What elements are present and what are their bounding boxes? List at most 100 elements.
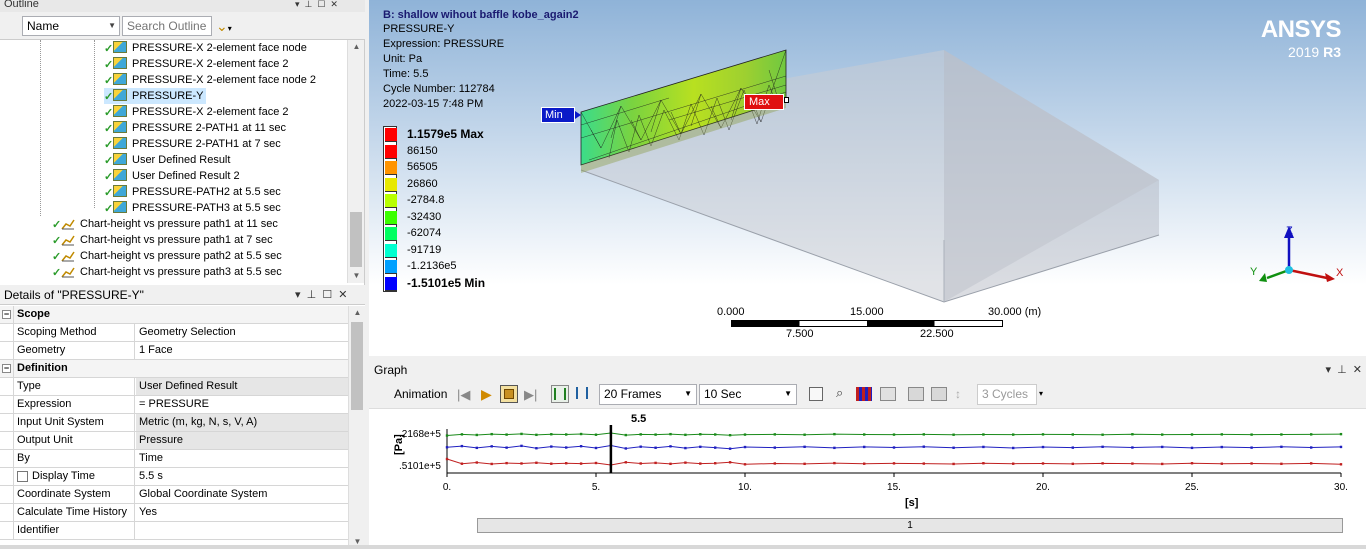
- details-row[interactable]: Input Unit System Metric (m, kg, N, s, V,…: [0, 414, 348, 432]
- details-row[interactable]: Output Unit Pressure: [0, 432, 348, 450]
- series-point: [535, 433, 538, 437]
- series-point: [728, 433, 732, 437]
- scroll-thumb[interactable]: [350, 212, 362, 267]
- outline-scrollbar[interactable]: ▲ ▼: [347, 40, 364, 283]
- x-arrow-icon: [1325, 273, 1335, 282]
- scroll-thumb[interactable]: [351, 322, 363, 410]
- model-view[interactable]: [569, 40, 1189, 310]
- export-data-icon[interactable]: [931, 387, 947, 401]
- details-value[interactable]: Time: [136, 450, 348, 467]
- details-value[interactable]: Pressure: [136, 432, 348, 449]
- tree-item[interactable]: ✓ PRESSURE-PATH3 at 5.5 sec: [104, 200, 283, 216]
- frames-select[interactable]: 20 Frames ▼: [599, 384, 697, 405]
- chart-options-icon[interactable]: [856, 387, 872, 401]
- tree-item[interactable]: ✓ Chart-height vs pressure path3 at 5.5 s…: [52, 264, 284, 280]
- series-point: [863, 433, 866, 436]
- show-legend-icon[interactable]: [880, 387, 896, 401]
- chevron-down-icon: ▼: [784, 389, 792, 398]
- details-row[interactable]: Coordinate System Global Coordinate Syste…: [0, 486, 348, 504]
- details-row[interactable]: Scoping Method Geometry Selection: [0, 324, 348, 342]
- scroll-up-icon[interactable]: ▲: [349, 306, 366, 320]
- time-range-bar[interactable]: 1: [477, 518, 1343, 533]
- tree-item[interactable]: ✓ User Defined Result: [104, 152, 232, 168]
- tree-item[interactable]: ✓ Chart-height vs pressure path2 at 5.5 s…: [52, 248, 284, 264]
- tree-item[interactable]: ✓ PRESSURE 2-PATH1 at 11 sec: [104, 120, 288, 136]
- details-value[interactable]: 5.5 s: [136, 468, 348, 485]
- max-probe-label[interactable]: Max: [744, 94, 784, 110]
- tree-item[interactable]: ✓ PRESSURE 2-PATH1 at 7 sec: [104, 136, 283, 152]
- solved-check-icon: ✓: [104, 107, 114, 120]
- outline-filter-select[interactable]: Name ▼: [22, 16, 120, 36]
- legend-swatch: [385, 227, 397, 241]
- details-row[interactable]: Type User Defined Result: [0, 378, 348, 396]
- duration-select[interactable]: 10 Sec ▼: [699, 384, 797, 405]
- coordinate-triad[interactable]: Z X Y: [1239, 220, 1349, 300]
- details-row[interactable]: By Time: [0, 450, 348, 468]
- zoom-icon[interactable]: ⌕: [836, 385, 843, 401]
- export-video-icon[interactable]: [809, 387, 823, 401]
- chevron-down-icon[interactable]: ▾: [1039, 389, 1043, 398]
- collapse-icon[interactable]: −: [2, 364, 11, 373]
- collapse-icon[interactable]: −: [2, 310, 11, 319]
- scroll-up-icon[interactable]: ▲: [348, 40, 365, 54]
- result-sets-icon[interactable]: [574, 385, 592, 403]
- details-value[interactable]: Metric (m, kg, N, s, V, A): [136, 414, 348, 431]
- tree-item[interactable]: ✓ Chart-height vs pressure path1 at 11 se…: [52, 216, 280, 232]
- result-name: PRESSURE-Y: [383, 23, 455, 35]
- tree-item[interactable]: ✓ PRESSURE-X 2-element face node: [104, 40, 309, 56]
- search-outline-input[interactable]: [122, 16, 212, 36]
- details-group[interactable]: − Definition: [0, 360, 348, 378]
- details-value[interactable]: User Defined Result: [136, 378, 348, 395]
- duration-select-value: 10 Sec: [704, 387, 742, 401]
- distributed-frames-button[interactable]: [551, 385, 569, 403]
- series-point: [684, 446, 687, 450]
- outline-window-controls[interactable]: ▾ ⊥ ☐ ✕: [295, 0, 365, 12]
- play-icon[interactable]: ▶: [481, 386, 492, 403]
- solved-check-icon: ✓: [104, 155, 114, 168]
- stop-button[interactable]: [500, 385, 518, 403]
- series-point: [728, 447, 732, 450]
- y-arrow-icon: [1259, 273, 1267, 282]
- display-time-checkbox[interactable]: [17, 470, 28, 482]
- details-value[interactable]: Global Coordinate System: [136, 486, 348, 503]
- data-table-icon[interactable]: [908, 387, 924, 401]
- details-scrollbar[interactable]: ▲ ▼: [348, 306, 365, 549]
- ansys-logo: ANSYS: [1260, 16, 1342, 43]
- series-point: [714, 446, 717, 449]
- details-value[interactable]: = PRESSURE: [136, 396, 348, 413]
- min-probe-label[interactable]: Min: [541, 107, 575, 123]
- details-row[interactable]: Expression = PRESSURE: [0, 396, 348, 414]
- tree-item[interactable]: ✓ PRESSURE-X 2-element face node 2: [104, 72, 318, 88]
- details-value[interactable]: Geometry Selection: [136, 324, 348, 341]
- geometry-viewport[interactable]: B: shallow wihout baffle kobe_again2 PRE…: [369, 0, 1366, 356]
- first-frame-icon[interactable]: |◀: [457, 387, 470, 403]
- scale-label-7-5: 7.500: [786, 328, 814, 340]
- chart-icon: ✓: [52, 264, 78, 280]
- details-group[interactable]: − Scope: [0, 306, 348, 324]
- details-value[interactable]: Yes: [136, 504, 348, 521]
- tree-item[interactable]: ✓ User Defined Result 2: [104, 168, 242, 184]
- tree-item[interactable]: ✓ Chart-height vs pressure path1 at 7 sec: [52, 232, 275, 248]
- details-window-controls[interactable]: ▾ ⊥ ☐ ✕: [295, 289, 365, 301]
- time-range-bar-label: 1: [907, 520, 913, 531]
- graph-window-controls[interactable]: ▾ ⊥ ✕: [1325, 363, 1362, 376]
- last-frame-icon[interactable]: ▶|: [524, 387, 537, 403]
- details-value[interactable]: 1 Face: [136, 342, 348, 359]
- scroll-down-icon[interactable]: ▼: [348, 269, 365, 283]
- series-point: [892, 462, 896, 465]
- details-key-text: Type: [17, 380, 41, 392]
- tree-item[interactable]: ✓ PRESSURE-PATH2 at 5.5 sec: [104, 184, 283, 200]
- tree-item[interactable]: ✓ PRESSURE-Y: [104, 88, 206, 104]
- series-point: [445, 446, 449, 449]
- details-row[interactable]: Identifier: [0, 522, 348, 540]
- tree-item[interactable]: ✓ PRESSURE-X 2-element face 2: [104, 56, 291, 72]
- time-history-chart[interactable]: 1.2168e+5 -1.5101e+50. 5. 10. 15. 20. 25. 30.: [399, 423, 1366, 493]
- series-point: [520, 432, 523, 436]
- x-axis: [1288, 268, 1328, 280]
- details-row[interactable]: Calculate Time History Yes: [0, 504, 348, 522]
- tree-item[interactable]: ✓ PRESSURE-X 2-element face 2: [104, 104, 291, 120]
- details-row[interactable]: Display Time 5.5 s: [0, 468, 348, 486]
- details-key-text: Coordinate System: [17, 488, 111, 500]
- details-row[interactable]: Geometry 1 Face: [0, 342, 348, 360]
- search-options-icon[interactable]: ⌄▾: [216, 18, 244, 36]
